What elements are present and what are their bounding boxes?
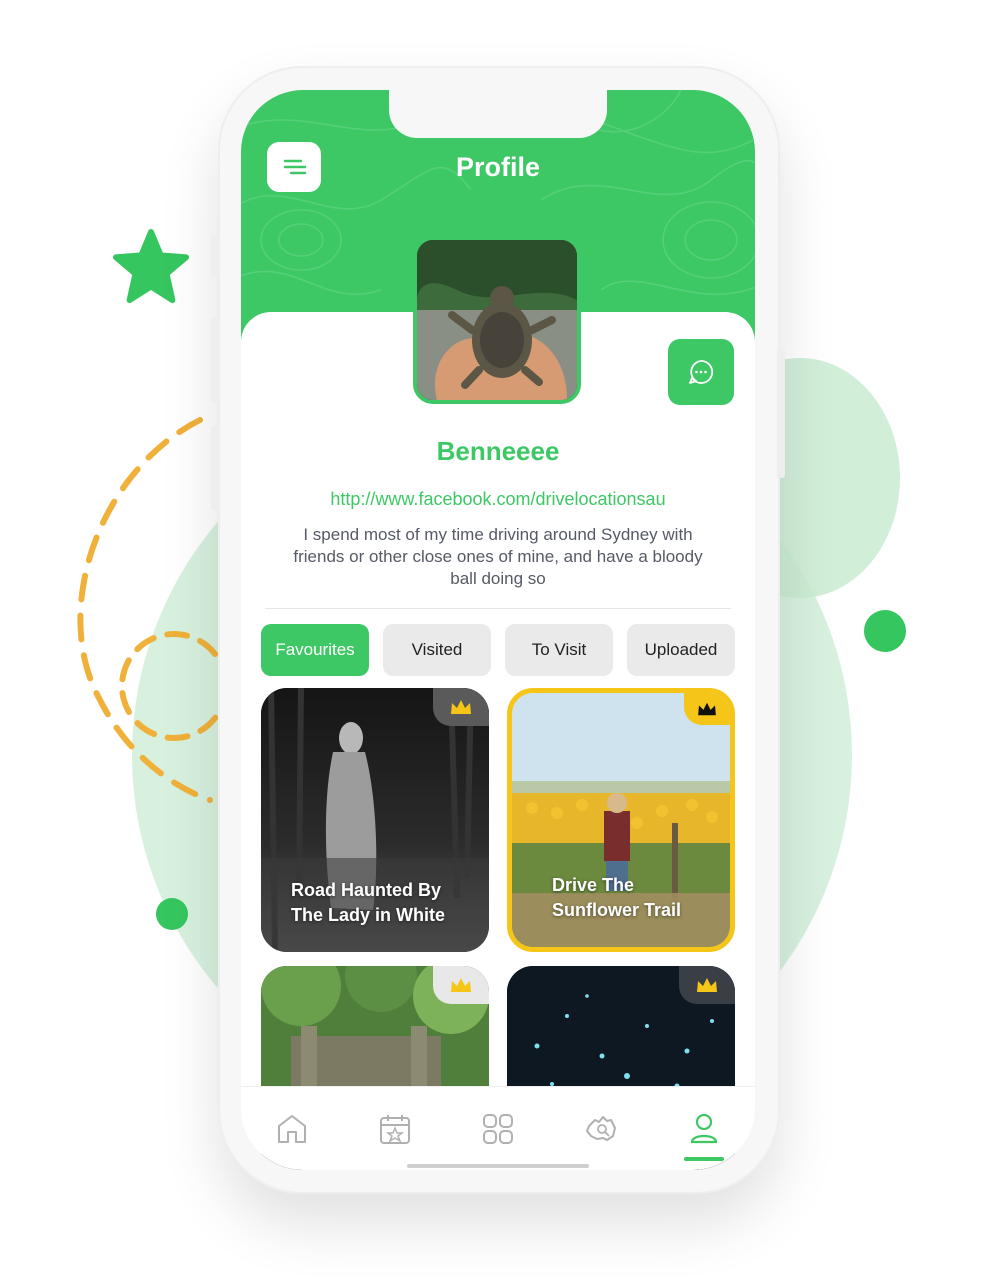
card-title: Drive The Sunflower Trail	[552, 875, 682, 920]
phone-side-button	[211, 426, 219, 510]
crown-icon	[697, 978, 717, 992]
profile-tabs: Favourites Visited To Visit Uploaded	[261, 624, 735, 676]
active-indicator	[683, 1157, 724, 1161]
message-button[interactable]	[668, 339, 734, 405]
chat-bubble-icon	[689, 360, 714, 384]
nav-events[interactable]	[344, 1087, 447, 1170]
grid-icon	[482, 1114, 513, 1144]
home-indicator	[407, 1164, 589, 1168]
tab-favourites[interactable]: Favourites	[261, 624, 369, 676]
username: Benneeee	[436, 436, 560, 466]
calendar-star-icon	[380, 1115, 411, 1144]
nav-home[interactable]	[241, 1087, 344, 1170]
tab-uploaded[interactable]: Uploaded	[627, 624, 735, 676]
avatar	[413, 236, 581, 404]
nav-categories[interactable]	[447, 1087, 550, 1170]
app-screen: Profile Benneeee http://www.facebook.com…	[241, 90, 755, 1170]
nav-profile[interactable]	[652, 1087, 755, 1170]
decor-dot	[864, 610, 906, 652]
australia-map-icon	[585, 1116, 616, 1141]
premium-badge	[684, 693, 730, 725]
home-icon	[278, 1115, 307, 1143]
page-title: Profile	[455, 152, 541, 182]
bottom-nav	[241, 1086, 755, 1170]
phone-side-button	[211, 318, 219, 402]
star-icon	[112, 228, 190, 304]
avatar-photo	[417, 240, 577, 400]
location-card-featured[interactable]: Drive The Sunflower Trail	[507, 688, 735, 952]
profile-link[interactable]: http://www.facebook.com/drivelocationsau	[241, 489, 755, 510]
profile-bio: I spend most of my time driving around S…	[293, 525, 703, 588]
crown-icon	[451, 978, 471, 992]
decor-dot	[156, 898, 188, 930]
divider	[265, 608, 731, 609]
location-card[interactable]: Road Haunted By The Lady in White	[261, 688, 489, 952]
premium-badge	[679, 966, 735, 1004]
crown-icon	[451, 700, 471, 714]
user-icon	[690, 1113, 717, 1144]
card-title: Road Haunted By The Lady in White	[291, 880, 446, 925]
crown-icon	[698, 702, 716, 716]
tab-to-visit[interactable]: To Visit	[505, 624, 613, 676]
tab-visited[interactable]: Visited	[383, 624, 491, 676]
premium-badge	[433, 688, 489, 726]
premium-badge	[433, 966, 489, 1004]
phone-notch	[389, 90, 607, 138]
phone-side-button	[777, 348, 785, 478]
nav-map[interactable]	[549, 1087, 652, 1170]
phone-side-button	[211, 236, 219, 276]
